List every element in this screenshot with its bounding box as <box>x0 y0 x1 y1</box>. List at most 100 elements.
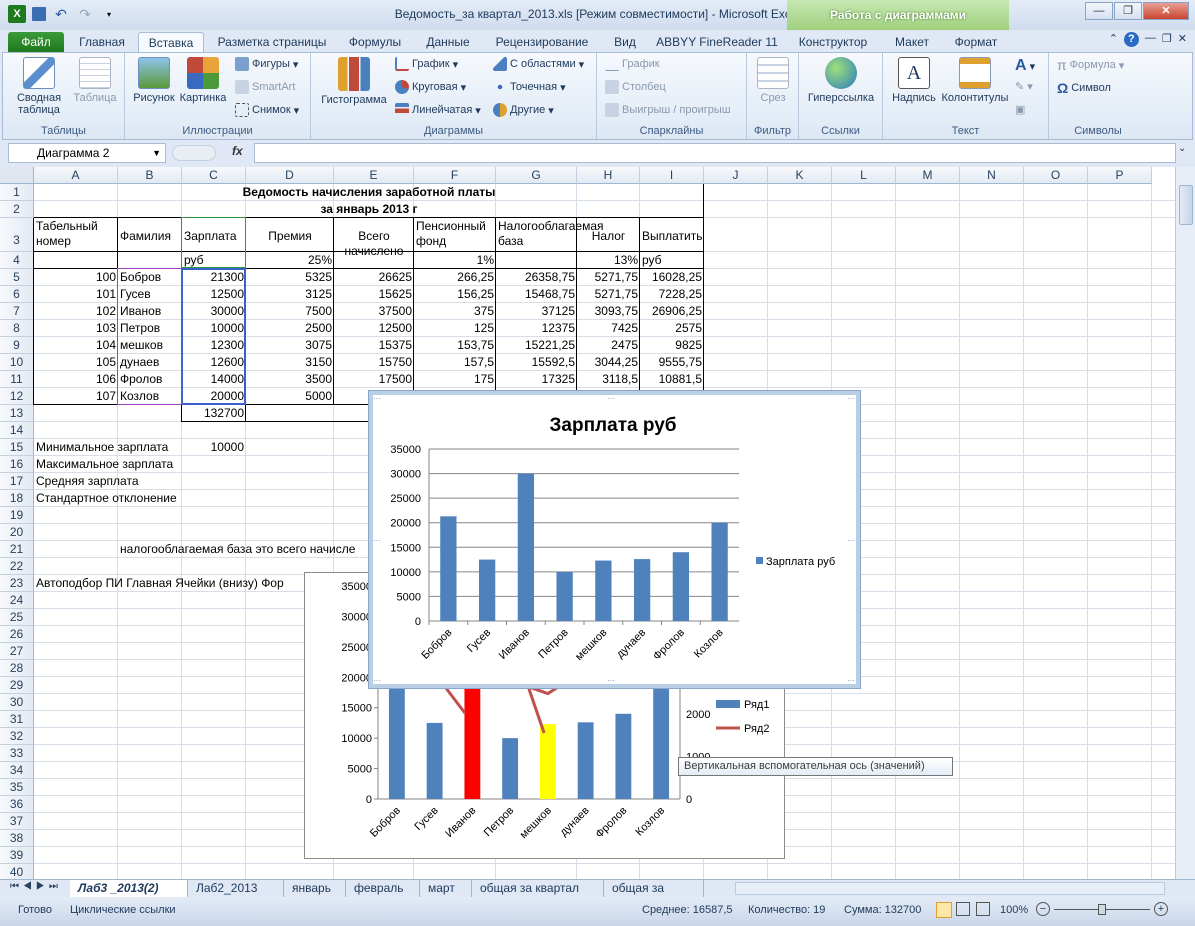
table-data-cell[interactable]: 7500 <box>246 303 334 320</box>
column-header[interactable]: L <box>832 167 896 184</box>
row-header[interactable]: 28 <box>0 660 34 677</box>
table-data-cell[interactable]: 12375 <box>496 320 577 337</box>
table-data-cell[interactable]: 26358,75 <box>496 269 577 286</box>
textbox-button[interactable]: A Надпись <box>889 57 939 104</box>
stat-value[interactable]: 10000 <box>182 439 246 456</box>
table-header-cell[interactable]: Налогооблагаемая база <box>496 218 604 252</box>
hyperlink-button[interactable]: Гиперссылка <box>803 57 879 104</box>
unit-cell[interactable]: 1% <box>414 252 496 269</box>
sheet-tab[interactable]: Лаб3 _2013(2) <box>70 880 188 897</box>
table-data-cell[interactable]: 106 <box>34 371 118 388</box>
table-data-cell[interactable]: 15625 <box>334 286 414 303</box>
column-header[interactable]: H <box>577 167 640 184</box>
normal-view-icon[interactable] <box>936 902 952 918</box>
scroll-thumb[interactable] <box>1179 185 1193 225</box>
row-header[interactable]: 31 <box>0 711 34 728</box>
row-header[interactable]: 23 <box>0 575 34 592</box>
column-header[interactable]: N <box>960 167 1024 184</box>
column-header[interactable]: O <box>1024 167 1088 184</box>
row-header[interactable]: 35 <box>0 779 34 796</box>
sheet-tab[interactable]: Лаб2_2013 (2) <box>188 880 284 911</box>
column-header[interactable]: F <box>414 167 496 184</box>
row-header[interactable]: 20 <box>0 524 34 541</box>
column-header[interactable]: K <box>768 167 832 184</box>
note-cell[interactable]: налогооблагаемая база это всего начисле <box>118 541 355 558</box>
table-data-cell[interactable]: 9825 <box>640 337 704 354</box>
table-data-cell[interactable]: 102 <box>34 303 118 320</box>
table-data-cell[interactable]: 5271,75 <box>577 269 640 286</box>
stat-label[interactable]: Минимальное зарплата <box>34 439 168 456</box>
sheet-tab[interactable]: март <box>420 880 472 897</box>
table-data-cell[interactable]: 2500 <box>246 320 334 337</box>
tab-review[interactable]: Рецензирование <box>486 32 598 52</box>
row-header[interactable]: 12 <box>0 388 34 405</box>
symbol-button[interactable]: Ω Символ <box>1057 80 1111 96</box>
status-circular-refs[interactable]: Циклические ссылки <box>70 904 176 916</box>
table-data-cell[interactable]: 107 <box>34 388 118 405</box>
table-data-cell[interactable]: 3075 <box>246 337 334 354</box>
pivot-table-button[interactable]: Сводная таблица <box>11 57 67 116</box>
chevron-down-icon[interactable]: ▼ <box>152 144 161 162</box>
row-header[interactable]: 17 <box>0 473 34 490</box>
other-charts-button[interactable]: Другие ▾ <box>493 103 554 117</box>
sheet-nav-arrows[interactable]: ⏮◀▶⏭ <box>10 881 62 892</box>
column-header[interactable]: A <box>34 167 118 184</box>
row-header[interactable]: 7 <box>0 303 34 320</box>
row-header[interactable]: 6 <box>0 286 34 303</box>
row-header[interactable]: 38 <box>0 830 34 847</box>
tab-data[interactable]: Данные <box>418 32 478 52</box>
column-header[interactable]: B <box>118 167 182 184</box>
smartart-button[interactable]: SmartArt <box>235 80 295 94</box>
sheet-subtitle[interactable]: за январь 2013 г <box>34 201 704 218</box>
table-header-cell[interactable]: Фамилия <box>118 218 182 252</box>
table-header-cell[interactable]: Премия <box>246 218 334 252</box>
sparkline-winloss-button[interactable]: Выигрыш / проигрыш <box>605 103 731 117</box>
doc-close-icon[interactable]: ✕ <box>1178 32 1187 47</box>
table-data-cell[interactable]: 5271,75 <box>577 286 640 303</box>
table-data-cell[interactable]: 5325 <box>246 269 334 286</box>
row-header[interactable]: 2 <box>0 201 34 218</box>
zoom-out-icon[interactable]: − <box>1036 902 1050 916</box>
chart-1[interactable]: Зарплата руб 0 5000 10000 15000 20000 25000 300… <box>368 390 861 689</box>
column-header[interactable]: E <box>334 167 414 184</box>
row-header[interactable]: 34 <box>0 762 34 779</box>
row-header[interactable]: 36 <box>0 796 34 813</box>
table-data-cell[interactable]: 17325 <box>496 371 577 388</box>
table-data-cell[interactable]: 16028,25 <box>640 269 704 286</box>
row-header[interactable]: 9 <box>0 337 34 354</box>
zoom-level[interactable]: 100% <box>1000 904 1028 916</box>
table-data-cell[interactable]: 5000 <box>246 388 334 405</box>
screenshot-button[interactable]: Снимок ▾ <box>235 103 299 117</box>
maximize-button[interactable]: ❐ <box>1114 2 1142 20</box>
table-header-cell[interactable]: Пенсионный фонд <box>414 218 496 252</box>
vertical-scrollbar[interactable] <box>1175 167 1195 879</box>
stat-label[interactable]: Средняя зарплата <box>34 473 139 490</box>
column-header[interactable]: C <box>182 167 246 184</box>
shapes-button[interactable]: Фигуры ▾ <box>235 57 298 71</box>
wordart-icon[interactable]: A ▾ <box>1015 57 1035 75</box>
table-data-cell[interactable]: 156,25 <box>414 286 496 303</box>
row-header[interactable]: 27 <box>0 643 34 660</box>
row-header[interactable]: 1 <box>0 184 34 201</box>
table-data-cell[interactable]: 100 <box>34 269 118 286</box>
table-data-cell[interactable]: 10881,5 <box>640 371 704 388</box>
customize-qat-icon[interactable]: ▾ <box>100 5 118 23</box>
row-header[interactable]: 21 <box>0 541 34 558</box>
stat-label[interactable]: Стандартное отклонение <box>34 490 177 507</box>
row-header[interactable]: 13 <box>0 405 34 422</box>
row-header[interactable]: 24 <box>0 592 34 609</box>
row-header[interactable]: 26 <box>0 626 34 643</box>
table-button[interactable]: Таблица <box>69 57 121 104</box>
doc-restore-icon[interactable]: ❐ <box>1162 32 1172 47</box>
table-data-cell[interactable]: 7425 <box>577 320 640 337</box>
sheet-tab[interactable]: январь <box>284 880 346 897</box>
column-header[interactable]: J <box>704 167 768 184</box>
row-header[interactable]: 33 <box>0 745 34 762</box>
table-data-cell[interactable]: 3118,5 <box>577 371 640 388</box>
equation-button[interactable]: π Формула ▾ <box>1057 57 1124 73</box>
slicer-button[interactable]: Срез <box>751 57 795 104</box>
row-header[interactable]: 8 <box>0 320 34 337</box>
line-chart-button[interactable]: График ▾ <box>395 57 458 71</box>
table-data-cell[interactable]: 3093,75 <box>577 303 640 320</box>
row-header[interactable]: 16 <box>0 456 34 473</box>
